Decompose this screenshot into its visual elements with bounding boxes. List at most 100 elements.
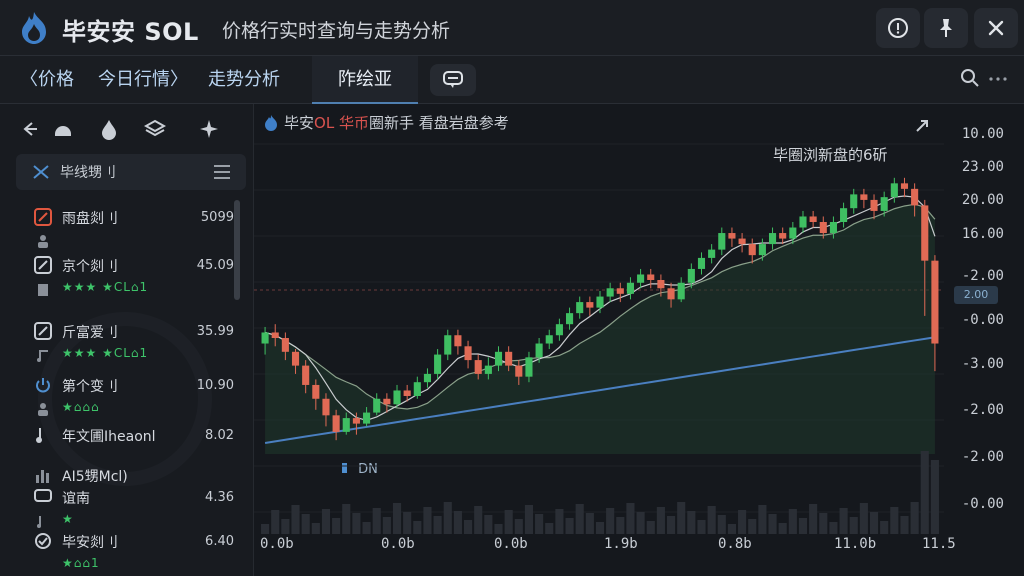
candle-body — [454, 335, 462, 347]
candle-body — [342, 418, 350, 432]
pin-button[interactable] — [924, 8, 968, 48]
candle-body — [890, 183, 898, 198]
menu-icon[interactable] — [214, 165, 230, 179]
candle-body — [819, 222, 827, 234]
volume-bar — [504, 510, 513, 534]
edit-icon — [34, 322, 52, 340]
current-price-tag: 2.00 — [954, 286, 998, 304]
watchlist-item[interactable]: 斤富爱刂 ★★★ ★CL⌂1 35.99 — [0, 322, 240, 378]
candle-body — [880, 197, 888, 211]
item-price: 4.36 — [205, 490, 234, 505]
tab-today-market[interactable]: 今日行情〉 — [98, 56, 188, 104]
y-tick-label: -0.00 — [961, 312, 1004, 328]
tab-bar: 〈价格 今日行情〉 走势分析 阼绘亚 — [0, 56, 1024, 104]
candlestick-chart[interactable] — [254, 124, 954, 554]
volume-bar — [819, 513, 828, 534]
volume-bar — [758, 505, 767, 534]
candle-body — [434, 354, 442, 374]
volume-bar — [748, 519, 757, 534]
volume-bar — [717, 515, 726, 534]
candle-body — [758, 244, 766, 256]
candle-body — [586, 302, 594, 308]
item-name: 第个变刂 — [62, 379, 118, 395]
drop-icon[interactable] — [98, 118, 120, 140]
filter-label: 毕线甥刂 — [60, 165, 116, 181]
y-tick-label: -2.00 — [961, 268, 1004, 284]
item-price: 8.02 — [205, 428, 234, 443]
x-tick-label: 0.0b — [260, 536, 294, 552]
y-axis: 10.00 23.00 20.00 16.00 -2.00 -0.00 -3.00 -2.00… — [958, 104, 1024, 576]
tab-drawing[interactable]: 阼绘亚 — [312, 56, 418, 104]
volume-bar — [859, 503, 868, 534]
candle-body — [870, 199, 878, 211]
volume-bar — [880, 521, 889, 534]
volume-bar — [392, 503, 402, 534]
volume-bar — [626, 503, 635, 534]
tab-trend-analysis[interactable]: 走势分析 — [208, 56, 280, 104]
volume-bar — [768, 514, 777, 534]
candle-body — [363, 412, 371, 424]
candle-body — [606, 288, 614, 297]
candle-body — [667, 288, 675, 300]
item-price: 5099 — [200, 210, 234, 225]
item-price: 6.40 — [205, 534, 234, 549]
volume-bar — [484, 515, 493, 534]
music-icon — [37, 516, 41, 528]
candle-body — [515, 365, 523, 377]
candle-body — [464, 346, 472, 361]
volume-bar — [809, 504, 818, 534]
item-name: 年文圃Iheaonl — [62, 429, 156, 445]
candle-body — [261, 332, 269, 344]
volume-bar — [849, 517, 858, 534]
chat-button[interactable] — [430, 64, 476, 96]
edit-icon — [34, 256, 52, 274]
info-button[interactable] — [876, 8, 920, 48]
volume-bar — [900, 516, 909, 534]
chart-panel: 毕安OL 华币圈新手 看盘岩盘参考 毕圈浏新盘的6斫 DN — [254, 104, 1024, 576]
volume-bar — [494, 524, 503, 534]
candle-body — [687, 268, 695, 283]
candle-body — [809, 216, 817, 222]
y-tick-label: 16.00 — [961, 226, 1004, 242]
close-button[interactable] — [974, 8, 1018, 48]
item-name: AI5甥Mcl) — [62, 469, 128, 485]
volume-bar — [565, 518, 574, 534]
x-tick-label: 0.0b — [381, 536, 415, 552]
watchlist-filter[interactable]: 毕线甥刂 — [16, 154, 246, 190]
candle-body — [647, 274, 655, 280]
sparkle-icon[interactable] — [198, 118, 220, 140]
y-tick-label: 23.00 — [961, 159, 1004, 175]
candle-body — [494, 351, 503, 366]
candle-body — [403, 390, 411, 396]
candle-body — [789, 227, 797, 239]
back-arrow-icon[interactable] — [18, 118, 40, 140]
more-icon[interactable] — [988, 76, 1008, 82]
candle-body — [779, 233, 787, 239]
candle-body — [799, 216, 807, 228]
tab-price[interactable]: 〈价格 — [20, 56, 74, 104]
flame-logo-icon — [22, 12, 46, 44]
y-tick-label: 10.00 — [961, 126, 1004, 142]
volume-bar — [727, 524, 736, 534]
volume-bar — [798, 518, 808, 534]
layers-icon[interactable] — [144, 118, 166, 140]
x-tick-label: 0.8b — [718, 536, 752, 552]
candle-body — [525, 357, 533, 377]
gauge-icon[interactable] — [52, 118, 74, 140]
expand-icon[interactable] — [912, 116, 932, 136]
candle-body — [312, 384, 320, 399]
item-name: 毕安剡刂 — [62, 535, 118, 551]
watchlist-item[interactable]: 京个剡刂 ★★★ ★CL⌂1 45.09 — [0, 256, 240, 312]
candle-body — [840, 208, 848, 222]
chat-icon — [34, 489, 52, 502]
volume-bar — [332, 518, 341, 534]
info-icon — [888, 18, 908, 38]
watchlist-item[interactable]: 毕安剡刂 ★⌂⌂1 6.40 — [0, 532, 240, 576]
candle-body — [413, 382, 421, 396]
watchlist-item[interactable]: 第个变刂 ★⌂⌂⌂ 10.90 — [0, 376, 240, 432]
candle-body — [596, 296, 604, 308]
item-rating: ★ — [62, 512, 74, 526]
volume-bar — [524, 505, 534, 534]
search-icon[interactable] — [960, 68, 980, 88]
volume-bar — [261, 524, 270, 534]
